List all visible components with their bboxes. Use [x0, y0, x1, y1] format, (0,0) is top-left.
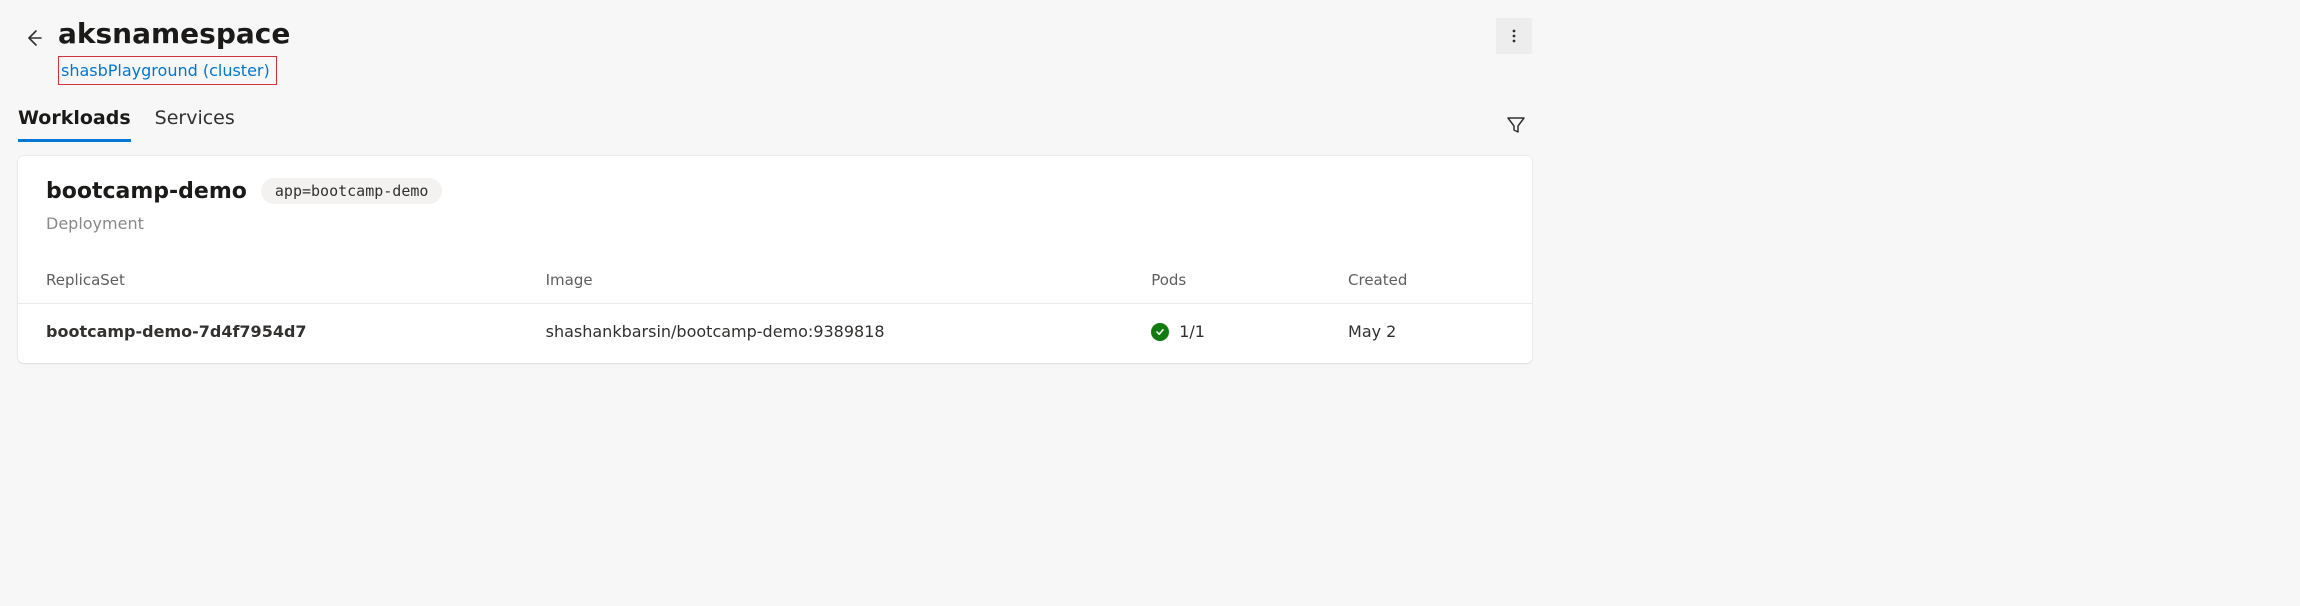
filter-button[interactable] — [1500, 109, 1532, 141]
cell-created: May 2 — [1320, 304, 1532, 360]
workload-name: bootcamp-demo — [46, 179, 247, 204]
workload-kind: Deployment — [46, 214, 1504, 233]
replicaset-table: ReplicaSet Image Pods Created bootcamp-d… — [18, 261, 1532, 359]
label-pill: app=bootcamp-demo — [261, 178, 443, 204]
more-vertical-icon — [1506, 28, 1522, 44]
back-button[interactable] — [18, 22, 50, 54]
status-ok-icon — [1151, 323, 1169, 341]
column-header-created[interactable]: Created — [1320, 261, 1532, 304]
page-title: aksnamespace — [58, 18, 1496, 50]
column-header-image[interactable]: Image — [518, 261, 1124, 304]
more-actions-button[interactable] — [1496, 18, 1532, 54]
tab-services[interactable]: Services — [155, 107, 235, 142]
cell-replicaset-name: bootcamp-demo-7d4f7954d7 — [18, 304, 518, 360]
breadcrumb-cluster-link[interactable]: shasbPlayground (cluster) — [58, 56, 277, 85]
column-header-replicaset[interactable]: ReplicaSet — [18, 261, 518, 304]
pods-count: 1/1 — [1179, 322, 1205, 341]
workload-card: bootcamp-demo app=bootcamp-demo Deployme… — [18, 156, 1532, 363]
table-row[interactable]: bootcamp-demo-7d4f7954d7 shashankbarsin/… — [18, 304, 1532, 360]
cell-pods: 1/1 — [1123, 304, 1320, 360]
cell-image: shashankbarsin/bootcamp-demo:9389818 — [518, 304, 1124, 360]
tab-workloads[interactable]: Workloads — [18, 107, 131, 142]
filter-icon — [1506, 115, 1526, 135]
tabs: Workloads Services — [18, 107, 1500, 142]
column-header-pods[interactable]: Pods — [1123, 261, 1320, 304]
